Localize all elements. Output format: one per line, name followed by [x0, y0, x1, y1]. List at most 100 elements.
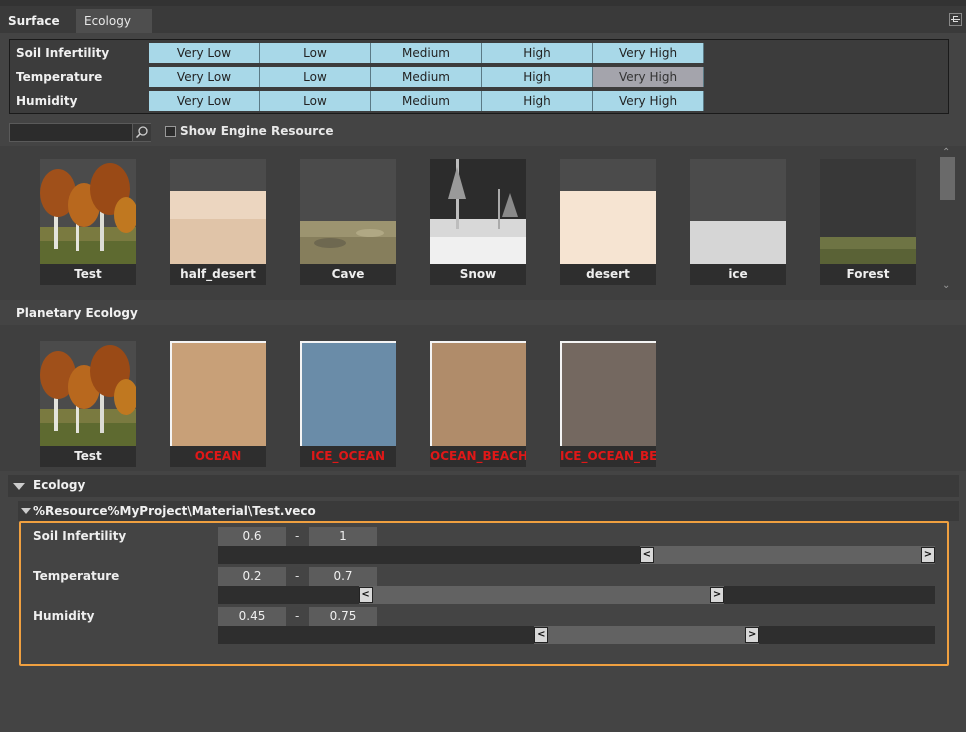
range-min-input[interactable]: 0.2 [218, 567, 286, 586]
material-thumbnail [690, 159, 786, 264]
material-thumbnail [170, 159, 266, 264]
show-engine-resource-label: Show Engine Resource [180, 124, 334, 138]
ecology-swatch [560, 341, 656, 446]
ecology-file-header[interactable]: %Resource%MyProject\Material\Test.veco [18, 501, 959, 521]
range-max-handle[interactable]: > [710, 587, 725, 603]
ecology-swatch [300, 341, 396, 446]
ecology-label: ICE_OCEAN [300, 446, 396, 467]
level-cell[interactable]: Medium [371, 67, 482, 87]
tab-ecology[interactable]: Ecology [76, 9, 152, 33]
material-thumbnail [300, 159, 396, 264]
range-max-handle[interactable]: > [921, 547, 935, 563]
forest-thumbnail [820, 159, 916, 264]
material-thumbnail [40, 159, 136, 264]
ecology-tile[interactable]: OCEAN_BEACH [430, 341, 526, 467]
range-min-input[interactable]: 0.6 [218, 527, 286, 546]
range-min-handle[interactable]: < [534, 627, 549, 643]
range-label: Humidity [33, 609, 95, 623]
range-label: Soil Infertility [33, 529, 127, 543]
collapse-triangle-icon [13, 483, 25, 490]
show-engine-resource-checkbox[interactable] [165, 126, 176, 137]
collapse-triangle-icon [21, 508, 31, 514]
ecology-label: ICE_OCEAN_BEAC [560, 446, 656, 467]
range-label: Temperature [33, 569, 120, 583]
material-label: Test [40, 264, 136, 285]
material-label: ice [690, 264, 786, 285]
level-cell[interactable]: Low [260, 91, 371, 111]
range-slider-fill [358, 586, 725, 604]
material-label: half_desert [170, 264, 266, 285]
ecology-tile[interactable]: OCEAN [170, 341, 266, 467]
level-cell[interactable]: Low [260, 43, 371, 63]
range-slider-fill [534, 626, 760, 644]
ecology-label: OCEAN_BEACH [430, 446, 526, 467]
material-tile[interactable]: ice [690, 159, 786, 285]
rock-thumbnail [300, 159, 396, 264]
search-input[interactable] [9, 123, 151, 142]
snow-thumbnail [430, 159, 526, 264]
sand-thumbnail [170, 159, 266, 264]
pin-icon[interactable] [949, 13, 962, 26]
desert-thumbnail [560, 159, 656, 264]
material-tile[interactable]: desert [560, 159, 656, 285]
range-min-input[interactable]: 0.45 [218, 607, 286, 626]
range-max-input[interactable]: 1 [309, 527, 377, 546]
level-cell[interactable]: Low [260, 67, 371, 87]
material-tile[interactable]: Test [40, 159, 136, 285]
trees-thumbnail [40, 159, 136, 264]
search-icon [135, 126, 148, 139]
level-cell[interactable]: Very High [593, 43, 704, 63]
material-thumbnail [560, 159, 656, 264]
planetary-ecology-title: Planetary Ecology [16, 306, 138, 320]
level-cell[interactable]: Very Low [149, 91, 260, 111]
range-slider-fill [639, 546, 935, 564]
material-tile[interactable]: Cave [300, 159, 396, 285]
ecology-swatch [170, 341, 266, 446]
material-label: Snow [430, 264, 526, 285]
gallery-scroll-thumb[interactable] [940, 157, 955, 200]
range-max-handle[interactable]: > [745, 627, 760, 643]
range-dash: - [295, 569, 300, 583]
scroll-up-icon[interactable]: ⌃ [942, 147, 950, 158]
range-dash: - [295, 529, 300, 543]
level-row-label: Humidity [16, 94, 78, 108]
search-button[interactable] [132, 124, 151, 141]
ecology-tile[interactable]: ICE_OCEAN [300, 341, 396, 467]
range-min-handle[interactable]: < [639, 547, 654, 563]
material-thumbnail [820, 159, 916, 264]
range-max-input[interactable]: 0.7 [309, 567, 377, 586]
level-cell[interactable]: High [482, 67, 593, 87]
tab-bar: Surface Ecology [0, 6, 966, 33]
ecology-tile[interactable]: ICE_OCEAN_BEAC [560, 341, 656, 467]
level-row-label: Temperature [16, 70, 103, 84]
level-row-label: Soil Infertility [16, 46, 110, 60]
range-dash: - [295, 609, 300, 623]
material-tile[interactable]: Forest [820, 159, 916, 285]
level-cell[interactable]: Medium [371, 91, 482, 111]
level-cell[interactable]: High [482, 91, 593, 111]
material-tile[interactable]: half_desert [170, 159, 266, 285]
ecology-tile[interactable]: Test [40, 341, 136, 467]
level-cell[interactable]: Very High [593, 91, 704, 111]
material-label: Forest [820, 264, 916, 285]
ecology-title: Ecology [33, 478, 86, 492]
level-cell[interactable]: Very Low [149, 43, 260, 63]
ecology-swatch [40, 341, 136, 446]
trees-thumbnail [40, 341, 136, 446]
level-cell[interactable]: Very Low [149, 67, 260, 87]
material-label: Cave [300, 264, 396, 285]
ecology-label: Test [40, 446, 136, 467]
level-cell[interactable]: Very High [593, 67, 704, 87]
material-tile[interactable]: Snow [430, 159, 526, 285]
level-cell[interactable]: Medium [371, 43, 482, 63]
ecology-section-header[interactable]: Ecology [8, 475, 959, 497]
range-min-handle[interactable]: < [358, 587, 373, 603]
ecology-file-path: %Resource%MyProject\Material\Test.veco [33, 504, 316, 518]
level-cell[interactable]: High [482, 43, 593, 63]
scroll-down-icon[interactable]: ⌄ [942, 280, 950, 291]
ecology-swatch [430, 341, 526, 446]
ice-thumbnail [690, 159, 786, 264]
ecology-label: OCEAN [170, 446, 266, 467]
range-max-input[interactable]: 0.75 [309, 607, 377, 626]
tab-surface[interactable]: Surface [0, 9, 72, 33]
